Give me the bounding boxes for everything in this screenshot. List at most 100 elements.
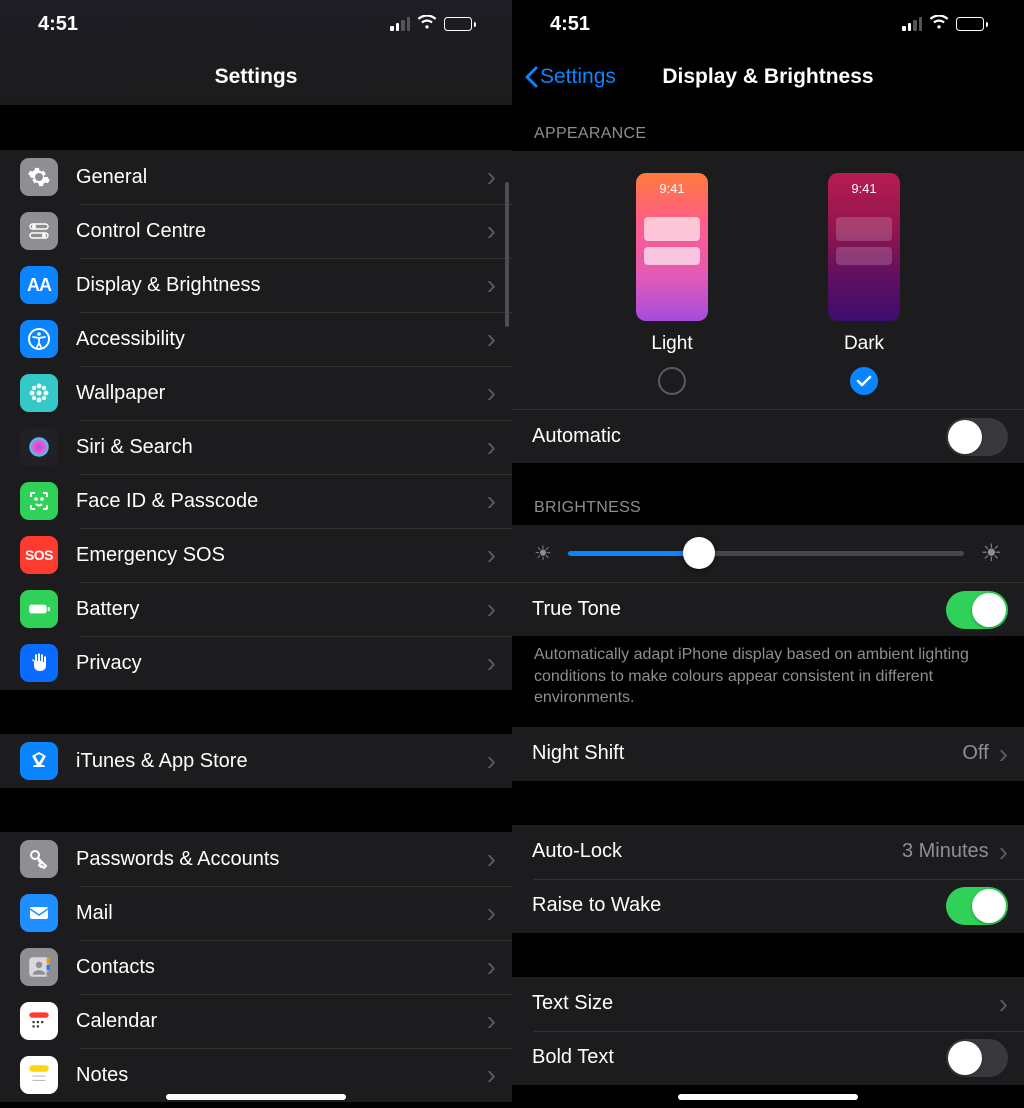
- row-label: Mail: [76, 902, 487, 925]
- appearance-selector: 9:41 Light 9:41 Dark: [512, 151, 1024, 409]
- chevron-right-icon: ›: [487, 647, 496, 679]
- status-bar: 4:51: [512, 0, 1024, 48]
- settings-row-emergency-sos[interactable]: SOS Emergency SOS›: [0, 528, 512, 582]
- faceid-icon: [20, 482, 58, 520]
- battery-icon: [20, 590, 58, 628]
- sos-icon: SOS: [20, 536, 58, 574]
- row-label: Face ID & Passcode: [76, 490, 487, 513]
- row-label: Notes: [76, 1064, 487, 1087]
- contacts-icon: [20, 948, 58, 986]
- settings-row-contacts[interactable]: Contacts›: [0, 940, 512, 994]
- settings-row-control-centre[interactable]: Control Centre›: [0, 204, 512, 258]
- bold-text-row: Bold Text: [512, 1031, 1024, 1085]
- status-time: 4:51: [38, 13, 78, 36]
- chevron-right-icon: ›: [487, 485, 496, 517]
- chevron-right-icon: ›: [487, 745, 496, 777]
- settings-row-display-brightness[interactable]: AADisplay & Brightness›: [0, 258, 512, 312]
- back-button[interactable]: Settings: [524, 65, 616, 89]
- automatic-label: Automatic: [532, 425, 946, 448]
- row-label: Calendar: [76, 1010, 487, 1033]
- gear-icon: [20, 158, 58, 196]
- row-label: Passwords & Accounts: [76, 848, 487, 871]
- text-size-row[interactable]: Text Size ›: [512, 977, 1024, 1031]
- appearance-option-light[interactable]: 9:41 Light: [636, 173, 708, 395]
- appearance-header: APPEARANCE: [512, 105, 1024, 151]
- wifi-icon: [929, 13, 949, 36]
- page-title: Settings: [215, 65, 298, 89]
- row-label: Contacts: [76, 956, 487, 979]
- appstore-icon: [20, 742, 58, 780]
- mail-icon: [20, 894, 58, 932]
- chevron-right-icon: ›: [999, 738, 1008, 770]
- row-label: Control Centre: [76, 220, 487, 243]
- chevron-right-icon: ›: [487, 539, 496, 571]
- settings-row-itunes-app-store[interactable]: iTunes & App Store›: [0, 734, 512, 788]
- page-title: Display & Brightness: [662, 65, 873, 89]
- hand-icon: [20, 644, 58, 682]
- light-radio[interactable]: [658, 367, 686, 395]
- flower-icon: [20, 374, 58, 412]
- raise-to-wake-row: Raise to Wake: [512, 879, 1024, 933]
- row-label: Emergency SOS: [76, 544, 487, 567]
- chevron-right-icon: ›: [487, 843, 496, 875]
- wifi-icon: [417, 13, 437, 36]
- chevron-right-icon: ›: [487, 323, 496, 355]
- row-label: Privacy: [76, 652, 487, 675]
- signal-icon: [390, 17, 410, 31]
- accessibility-icon: [20, 320, 58, 358]
- raise-to-wake-toggle[interactable]: [946, 887, 1008, 925]
- brightness-high-icon: ☀︎: [980, 539, 1002, 568]
- settings-row-general[interactable]: General›: [0, 150, 512, 204]
- automatic-toggle[interactable]: [946, 418, 1008, 456]
- auto-lock-row[interactable]: Auto-Lock 3 Minutes ›: [512, 825, 1024, 879]
- settings-row-wallpaper[interactable]: Wallpaper›: [0, 366, 512, 420]
- true-tone-toggle[interactable]: [946, 591, 1008, 629]
- bold-text-toggle[interactable]: [946, 1039, 1008, 1077]
- brightness-low-icon: ☀︎: [534, 541, 552, 566]
- chevron-right-icon: ›: [487, 951, 496, 983]
- true-tone-footer: Automatically adapt iPhone display based…: [512, 636, 1024, 727]
- settings-row-battery[interactable]: Battery›: [0, 582, 512, 636]
- true-tone-row: True Tone: [512, 582, 1024, 636]
- chevron-right-icon: ›: [487, 377, 496, 409]
- row-label: Wallpaper: [76, 382, 487, 405]
- notes-icon: [20, 1056, 58, 1094]
- row-label: iTunes & App Store: [76, 750, 487, 773]
- chevron-right-icon: ›: [487, 1005, 496, 1037]
- bold-text-label: Bold Text: [532, 1046, 946, 1069]
- light-label: Light: [651, 333, 692, 355]
- true-tone-label: True Tone: [532, 598, 946, 621]
- appearance-option-dark[interactable]: 9:41 Dark: [828, 173, 900, 395]
- row-label: Siri & Search: [76, 436, 487, 459]
- settings-row-face-id-passcode[interactable]: Face ID & Passcode›: [0, 474, 512, 528]
- brightness-slider[interactable]: [568, 551, 965, 556]
- light-preview: 9:41: [636, 173, 708, 321]
- settings-row-accessibility[interactable]: Accessibility›: [0, 312, 512, 366]
- home-indicator[interactable]: [678, 1094, 858, 1100]
- settings-row-siri-search[interactable]: Siri & Search›: [0, 420, 512, 474]
- row-label: Accessibility: [76, 328, 487, 351]
- settings-row-mail[interactable]: Mail›: [0, 886, 512, 940]
- settings-row-privacy[interactable]: Privacy›: [0, 636, 512, 690]
- home-indicator[interactable]: [166, 1094, 346, 1100]
- night-shift-row[interactable]: Night Shift Off ›: [512, 727, 1024, 781]
- brightness-header: BRIGHTNESS: [512, 463, 1024, 525]
- status-time: 4:51: [550, 13, 590, 36]
- row-label: Display & Brightness: [76, 274, 487, 297]
- calendar-icon: [20, 1002, 58, 1040]
- chevron-right-icon: ›: [487, 1059, 496, 1091]
- chevron-right-icon: ›: [487, 269, 496, 301]
- settings-row-calendar[interactable]: Calendar›: [0, 994, 512, 1048]
- battery-icon: [956, 17, 988, 31]
- settings-screen: 4:51 Settings General›Control Centre›AAD…: [0, 0, 512, 1108]
- signal-icon: [902, 17, 922, 31]
- settings-row-passwords-accounts[interactable]: Passwords & Accounts›: [0, 832, 512, 886]
- dark-radio[interactable]: [850, 367, 878, 395]
- raise-to-wake-label: Raise to Wake: [532, 894, 946, 917]
- scrollbar[interactable]: [505, 182, 509, 327]
- siri-icon: [20, 428, 58, 466]
- text-size-label: Text Size: [532, 992, 999, 1015]
- status-bar: 4:51: [0, 0, 512, 48]
- battery-icon: [444, 17, 476, 31]
- back-label: Settings: [540, 65, 616, 89]
